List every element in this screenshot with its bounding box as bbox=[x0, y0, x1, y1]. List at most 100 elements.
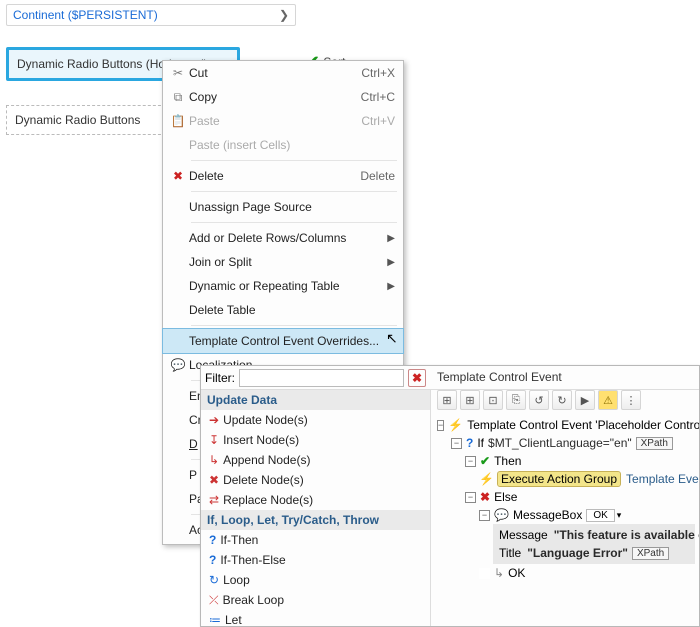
xpath-tag[interactable]: XPath bbox=[632, 547, 669, 560]
tree-ok-leaf-label: OK bbox=[508, 566, 525, 580]
persistent-tag[interactable]: Continent ($PERSISTENT) ❯ bbox=[6, 4, 296, 26]
menu-dynamic-repeating-label: Dynamic or Repeating Table bbox=[189, 279, 395, 293]
collapse-icon[interactable]: − bbox=[465, 492, 476, 503]
delete-nodes-icon: ✖ bbox=[209, 473, 219, 487]
tree-msgbox-label: MessageBox bbox=[513, 508, 582, 522]
collapse-icon[interactable]: − bbox=[465, 456, 476, 467]
action-update-nodes[interactable]: ➔ Update Node(s) bbox=[201, 410, 430, 430]
messagebox-props: Message "This feature is available only … bbox=[493, 524, 695, 564]
xpath-tag[interactable]: XPath bbox=[636, 437, 673, 450]
collapse-icon[interactable]: − bbox=[479, 510, 490, 521]
group-control-flow: If, Loop, Let, Try/Catch, Throw bbox=[201, 510, 430, 530]
menu-paste-cells-label: Paste (insert Cells) bbox=[189, 138, 395, 152]
menu-copy-shortcut: Ctrl+C bbox=[361, 90, 395, 104]
action-replace-nodes[interactable]: ⇄Replace Node(s) bbox=[201, 490, 430, 510]
action-label: Delete Node(s) bbox=[223, 473, 304, 487]
menu-paste-label: Paste bbox=[189, 114, 361, 128]
tree-if-label: If bbox=[477, 436, 484, 450]
else-icon: ✖ bbox=[480, 490, 490, 504]
then-icon: ✔ bbox=[480, 454, 490, 468]
tree-then[interactable]: − ✔ Then bbox=[465, 452, 695, 470]
action-label: Insert Node(s) bbox=[223, 433, 299, 447]
menu-add-delete-rows-label: Add or Delete Rows/Columns bbox=[189, 231, 395, 245]
persistent-tag-label: Continent ($PERSISTENT) bbox=[13, 8, 158, 22]
menu-dynamic-repeating[interactable]: Dynamic or Repeating Table ▶ bbox=[163, 274, 403, 298]
action-delete-nodes[interactable]: ✖ Delete Node(s) bbox=[201, 470, 430, 490]
question-icon: ? bbox=[209, 533, 216, 547]
action-label: Let bbox=[225, 613, 242, 626]
prop-message-value: "This feature is available only in bbox=[554, 528, 699, 542]
prop-title[interactable]: Title "Language Error" XPath bbox=[499, 544, 689, 562]
let-icon: ≔ bbox=[209, 613, 221, 626]
messagebox-icon: 💬 bbox=[494, 508, 509, 522]
action-label: Update Node(s) bbox=[223, 413, 308, 427]
action-group-icon: ⚡ bbox=[479, 472, 494, 486]
action-loop[interactable]: ↻ Loop bbox=[201, 570, 430, 590]
collapse-icon[interactable]: − bbox=[451, 438, 462, 449]
action-insert-nodes[interactable]: ↧ Insert Node(s) bbox=[201, 430, 430, 450]
insert-icon: ↧ bbox=[209, 433, 219, 447]
prop-message-label: Message bbox=[499, 528, 548, 542]
delete-icon: ✖ bbox=[167, 169, 189, 183]
action-label: Append Node(s) bbox=[223, 453, 310, 467]
menu-cut[interactable]: ✂ Cut Ctrl+X bbox=[163, 61, 403, 85]
tree-root[interactable]: − ⚡ Template Control Event 'Placeholder … bbox=[437, 416, 695, 434]
menu-tceo-label: Template Control Event Overrides... bbox=[189, 334, 395, 348]
menu-delete[interactable]: ✖ Delete Delete bbox=[163, 164, 403, 188]
group-update-data: Update Data bbox=[201, 390, 430, 410]
collapse-icon[interactable]: − bbox=[437, 420, 444, 431]
action-if-then-else[interactable]: ?If-Then-Else bbox=[201, 550, 430, 570]
action-label: Loop bbox=[223, 573, 250, 587]
action-label: Break Loop bbox=[223, 593, 284, 607]
menu-delete-shortcut: Delete bbox=[360, 169, 395, 183]
other-node-label: Dynamic Radio Buttons bbox=[15, 113, 140, 127]
menu-paste-cells: Paste (insert Cells) bbox=[163, 133, 403, 157]
action-label: Replace Node(s) bbox=[223, 493, 313, 507]
panel-title: Template Control Event bbox=[437, 370, 562, 384]
menu-join-split[interactable]: Join or Split ▶ bbox=[163, 250, 403, 274]
menu-separator bbox=[191, 325, 397, 326]
menu-cut-label: Cut bbox=[189, 66, 361, 80]
leaf-icon: ↳ bbox=[494, 566, 504, 580]
menu-delete-table[interactable]: Delete Table bbox=[163, 298, 403, 322]
prop-title-value: "Language Error" bbox=[527, 546, 628, 560]
action-append-nodes[interactable]: ↳ Append Node(s) bbox=[201, 450, 430, 470]
menu-join-split-label: Join or Split bbox=[189, 255, 395, 269]
menu-delete-table-label: Delete Table bbox=[189, 303, 395, 317]
append-icon: ↳ bbox=[209, 453, 219, 467]
action-label: If-Then-Else bbox=[220, 553, 285, 567]
action-if-then[interactable]: ?If-Then bbox=[201, 530, 430, 550]
other-node[interactable]: Dynamic Radio Buttons bbox=[6, 105, 166, 135]
copy-icon: ⧉ bbox=[167, 90, 189, 105]
tree-exec-target: Template Event Callback bbox=[626, 472, 699, 486]
action-break-loop[interactable]: ⤫ Break Loop bbox=[201, 590, 430, 610]
ok-chip[interactable]: OK bbox=[586, 509, 614, 522]
filter-input[interactable] bbox=[239, 369, 404, 387]
clear-filter-button[interactable]: ✖ bbox=[408, 369, 426, 387]
event-tree: − ⚡ Template Control Event 'Placeholder … bbox=[431, 390, 699, 626]
tree-if[interactable]: − ? If $MT_ClientLanguage="en" XPath bbox=[451, 434, 695, 452]
break-loop-icon: ⤫ bbox=[209, 593, 219, 608]
menu-template-control-event-overrides[interactable]: Template Control Event Overrides... bbox=[163, 329, 403, 353]
menu-add-delete-rows[interactable]: Add or Delete Rows/Columns ▶ bbox=[163, 226, 403, 250]
filter-label: Filter: bbox=[205, 371, 235, 385]
tree-execute-action[interactable]: ⚡ Execute Action Group Template Event Ca… bbox=[479, 470, 695, 488]
paste-icon: 📋 bbox=[167, 114, 189, 128]
arrow-icon: ➔ bbox=[209, 413, 219, 427]
tree-root-label: Template Control Event 'Placeholder Cont… bbox=[467, 418, 699, 432]
menu-unassign[interactable]: Unassign Page Source bbox=[163, 195, 403, 219]
menu-copy[interactable]: ⧉ Copy Ctrl+C bbox=[163, 85, 403, 109]
tree-ok-leaf[interactable]: ↳ OK bbox=[479, 564, 695, 582]
localization-icon: 💬 bbox=[167, 358, 189, 372]
tree-then-label: Then bbox=[494, 454, 521, 468]
tree-else[interactable]: − ✖ Else bbox=[465, 488, 695, 506]
tree-messagebox[interactable]: − 💬 MessageBox OK▾ bbox=[479, 506, 695, 524]
action-let[interactable]: ≔ Let bbox=[201, 610, 430, 626]
loop-icon: ↻ bbox=[209, 573, 219, 587]
if-icon: ? bbox=[466, 436, 473, 450]
chevron-right-icon: ❯ bbox=[279, 8, 289, 22]
action-categories: Update Data ➔ Update Node(s) ↧ Insert Node… bbox=[201, 390, 431, 626]
chevron-down-icon: ▾ bbox=[617, 510, 622, 521]
tree-exec-label: Execute Action Group bbox=[498, 472, 620, 486]
prop-message[interactable]: Message "This feature is available only … bbox=[499, 526, 689, 544]
